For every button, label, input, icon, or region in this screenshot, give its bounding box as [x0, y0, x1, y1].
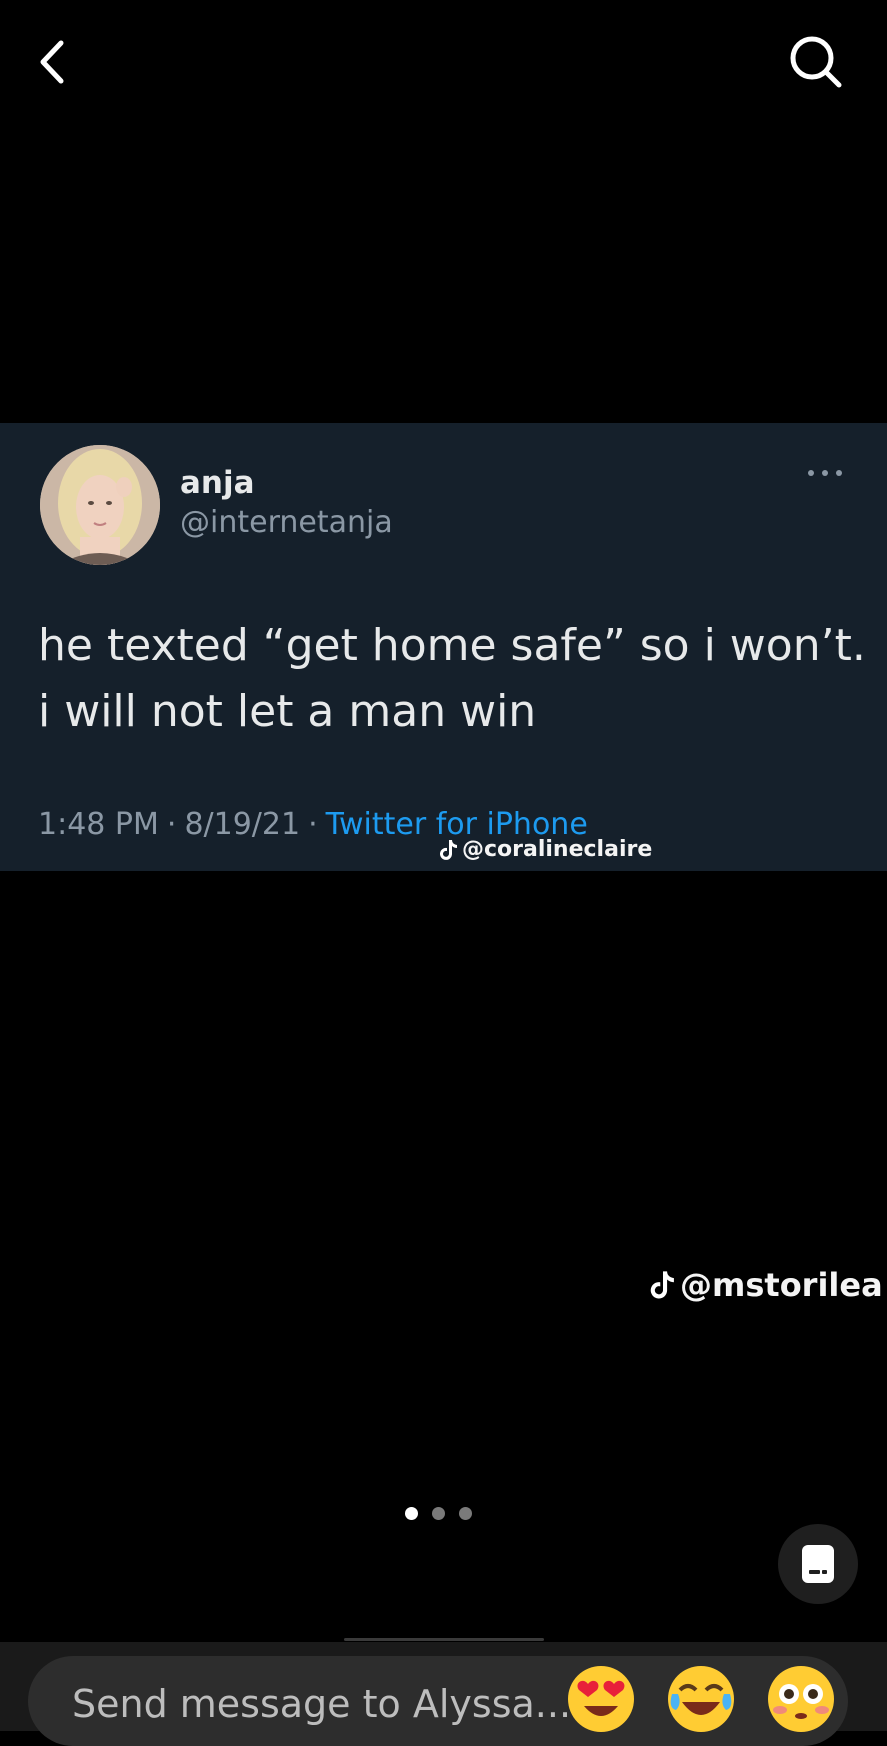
- heart-eyes-emoji-icon: [568, 1666, 634, 1732]
- tiktok-logo-icon: [650, 1271, 674, 1299]
- tweet-text-line: i will not let a man win: [38, 686, 537, 737]
- story-pagination: [405, 1507, 472, 1520]
- tiktok-watermark: @mstorilea: [650, 1266, 883, 1304]
- tweet-date: 8/19/21: [184, 807, 301, 842]
- page-dot-active[interactable]: [405, 1507, 418, 1520]
- separator: ·: [308, 807, 318, 842]
- more-options-button[interactable]: [805, 461, 845, 485]
- top-navigation-bar: [0, 0, 887, 130]
- flushed-face-reaction[interactable]: [766, 1664, 836, 1734]
- more-horizontal-icon: [808, 470, 842, 476]
- captions-icon: [802, 1545, 834, 1583]
- chevron-left-icon: [40, 40, 64, 84]
- tiktok-watermark: @coralineclaire: [440, 837, 652, 862]
- tears-of-joy-emoji-icon: [668, 1666, 734, 1732]
- tiktok-logo-icon: [440, 839, 457, 860]
- tweet-body: he texted “get home safe” so i won’t. i …: [38, 613, 866, 745]
- tweet-screenshot: anja @internetanja he texted “get home s…: [0, 423, 887, 871]
- message-placeholder: Send message to Alyssa...: [72, 1682, 572, 1726]
- page-dot[interactable]: [432, 1507, 445, 1520]
- tweet-time: 1:48 PM: [38, 807, 159, 842]
- avatar: [40, 445, 160, 565]
- tears-of-joy-reaction[interactable]: [666, 1664, 736, 1734]
- page-dot[interactable]: [459, 1507, 472, 1520]
- separator: ·: [166, 807, 177, 842]
- search-icon: [790, 36, 842, 88]
- quick-reactions: [566, 1664, 836, 1734]
- search-button[interactable]: [784, 30, 848, 94]
- tweet-text-line: he texted “get home safe” so i won’t.: [38, 620, 866, 671]
- tweet-author-name: anja: [180, 465, 255, 501]
- watermark-text: @mstorilea: [680, 1266, 883, 1304]
- tweet-author-handle: @internetanja: [180, 505, 393, 540]
- watermark-text: @coralineclaire: [462, 837, 653, 862]
- profile-photo-icon: [40, 445, 160, 565]
- sheet-handle: [344, 1638, 544, 1641]
- flushed-face-emoji-icon: [768, 1666, 834, 1732]
- back-button[interactable]: [28, 30, 76, 94]
- captions-button[interactable]: [778, 1524, 858, 1604]
- heart-eyes-reaction[interactable]: [566, 1664, 636, 1734]
